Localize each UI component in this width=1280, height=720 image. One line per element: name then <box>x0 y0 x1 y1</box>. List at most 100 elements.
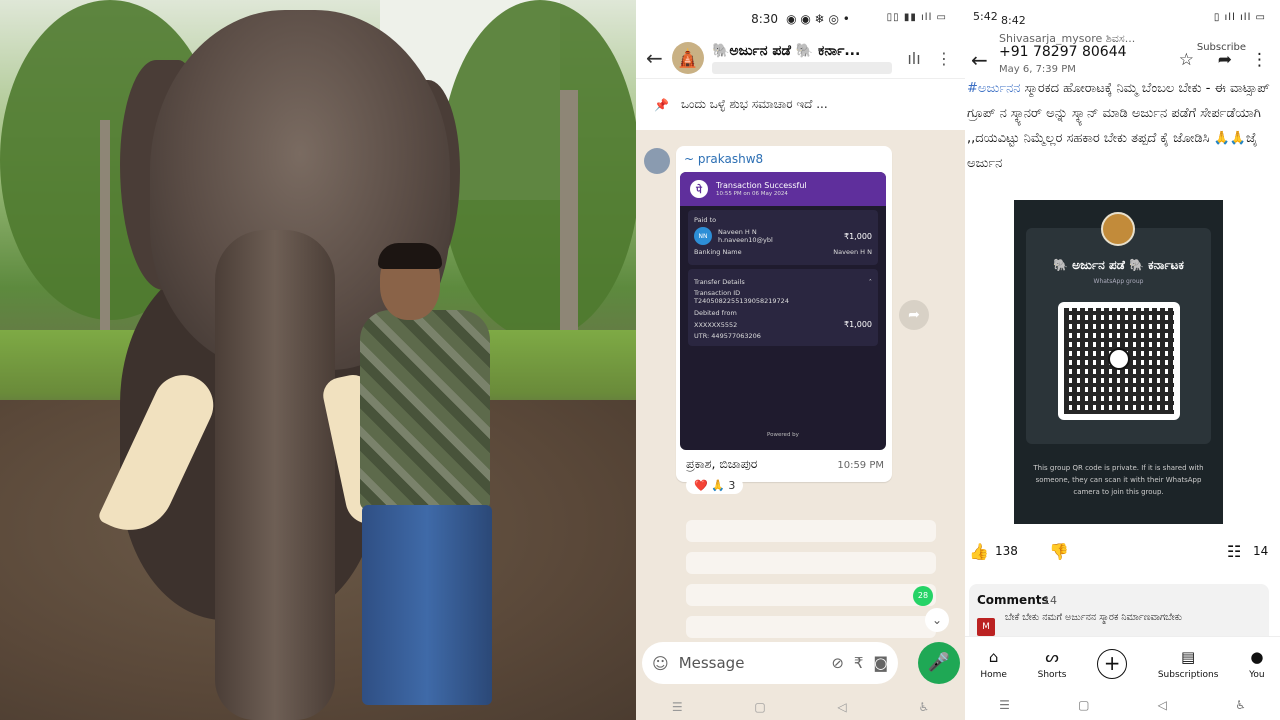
unread-badge: 28 <box>913 586 933 606</box>
phonepe-logo-icon: पे <box>690 180 708 198</box>
forward-icon[interactable]: ➦ <box>899 300 929 330</box>
like-count: 138 <box>995 544 1018 558</box>
whatsapp-icon <box>1108 348 1130 370</box>
chat-title-area[interactable]: 🐘ಅರ್ಜುನ ಪಡೆ 🐘 ಕರ್ನಾ... <box>712 43 895 74</box>
back-arrow-icon[interactable]: ← <box>971 48 988 72</box>
more-options-icon[interactable]: ⋮ <box>933 49 955 68</box>
home-nav-icon[interactable]: ▢ <box>754 700 765 714</box>
android-navbar: ☰ ▢ ◁ ♿ <box>965 690 1280 720</box>
back-nav-icon[interactable]: ◁ <box>837 700 846 714</box>
pin-icon: 📌 <box>654 97 669 112</box>
plus-icon: + <box>1097 648 1128 679</box>
whatsapp-screen: 8:30 ◉ ◉ ❄ ◎ • ▯▯ ▮▮ ıll ▭ ← 🛕 🐘ಅರ್ಜುನ ಪ… <box>636 0 965 720</box>
nav-shorts[interactable]: ᔕ Shorts <box>1038 648 1067 680</box>
tree-trunk <box>560 90 578 340</box>
message-bubble[interactable]: ~ prakashw8 पे Transaction Successful 10… <box>676 146 892 482</box>
comment-count: 14 <box>1253 544 1269 558</box>
chat-header: ← 🛕 🐘ಅರ್ಜುನ ಪಡೆ 🐘 ಕರ್ನಾ... ılı ⋮ <box>636 38 965 78</box>
person-jeans <box>362 505 492 705</box>
home-nav-icon[interactable]: ▢ <box>1078 698 1089 712</box>
message-reactions[interactable]: ❤️ 🙏 3 <box>686 477 744 494</box>
nav-subscriptions[interactable]: ▤ Subscriptions <box>1158 648 1219 680</box>
payment-receipt-image[interactable]: पे Transaction Successful 10:55 PM on 06… <box>680 172 886 450</box>
comments-section[interactable]: Comments 14 M ಬೇಕೆ ಬೇಕು ನಮಗೆ ಅರ್ಜುನನ ಸ್ಮ… <box>969 584 1269 644</box>
message-time: 10:59 PM <box>837 460 884 471</box>
nav-home[interactable]: ⌂ Home <box>980 648 1007 680</box>
post-text: #ಅರ್ಜುನನ ಸ್ಮಾರಕದ ಹೋರಾಟಕ್ಕೆ ನಿಮ್ಮ ಬೆಂಬಲ ಬ… <box>967 76 1277 176</box>
back-arrow-icon[interactable]: ← <box>646 46 664 70</box>
menu-nav-icon[interactable]: ☰ <box>999 698 1010 712</box>
pinned-message[interactable]: 📌 ಒಂದು ಒಳ್ಳೆ ಶುಭ ಸಮಾಚಾರ ಇದೆ ... <box>636 78 965 130</box>
banking-name: Naveen H N <box>833 248 872 256</box>
youtube-screen: 5:42 8:42 ▯ ıll ıll ▭ ← Shivasarja_mysor… <box>965 0 1280 720</box>
qr-code-image[interactable]: 🐘 ಅರ್ಜುನ ಪಡೆ 🐘 ಕರ್ನಾಟಕ WhatsApp group Th… <box>1014 200 1223 524</box>
post-actions: 👍 138 👎 ☷ 14 <box>965 536 1280 566</box>
nav-subscriptions-label: Subscriptions <box>1157 669 1219 680</box>
commenter-avatar: M <box>977 618 995 636</box>
txn-id: T2405082255139058219724 <box>694 297 789 305</box>
paid-to-card: Paid to NN Naveen H N h.naveen10@ybl ₹1,… <box>688 210 878 265</box>
menu-nav-icon[interactable]: ☰ <box>672 700 683 714</box>
txn-label: Transaction ID <box>694 289 741 297</box>
comment-icon[interactable]: ☷ <box>1227 542 1241 561</box>
nav-you[interactable]: ● You <box>1249 648 1265 680</box>
qr-group-subtitle: WhatsApp group <box>1093 278 1144 285</box>
nav-shorts-label: Shorts <box>1037 669 1067 680</box>
avatar: ● <box>1250 647 1264 666</box>
status-icons: ◉ ◉ ❄ ◎ • <box>786 12 850 26</box>
emoji-icon[interactable]: ☺ <box>652 654 669 673</box>
shorts-icon: ᔕ <box>1045 647 1059 666</box>
contact-number: +91 78297 80644 <box>999 44 1127 60</box>
debited-label: Debited from <box>694 309 737 317</box>
sender-avatar[interactable] <box>644 148 670 174</box>
group-avatar[interactable]: 🛕 <box>672 42 704 74</box>
share-icon[interactable]: ➦ <box>1218 50 1232 70</box>
message-composer[interactable]: ☺ Message ⊘ ₹ ◙ <box>642 642 898 684</box>
back-nav-icon[interactable]: ◁ <box>1158 698 1167 712</box>
qr-code <box>1058 302 1180 420</box>
hashtag-link[interactable]: #ಅರ್ಜುನನ <box>967 81 1021 96</box>
receipt-header: पे Transaction Successful 10:55 PM on 06… <box>680 172 886 206</box>
payee-name: Naveen H N <box>718 228 757 236</box>
group-avatar <box>1101 212 1135 246</box>
voice-chat-icon[interactable]: ılı <box>903 49 925 68</box>
debited-account: XXXXXX5552 <box>694 320 738 329</box>
nav-you-label: You <box>1249 669 1265 680</box>
nav-create[interactable]: + <box>1097 648 1128 679</box>
mic-icon[interactable]: 🎤 <box>918 642 960 684</box>
nav-home-label: Home <box>980 669 1007 680</box>
bottom-navigation: ⌂ Home ᔕ Shorts + ▤ Subscriptions ● You <box>965 636 1280 690</box>
paid-amount: ₹1,000 <box>844 231 872 241</box>
status-time: 8:42 <box>1001 14 1026 27</box>
blurred-messages <box>686 510 936 648</box>
status-time-back: 5:42 <box>973 10 998 23</box>
group-title: 🐘ಅರ್ಜುನ ಪಡೆ 🐘 ಕರ್ನಾ... <box>712 42 861 59</box>
scroll-down-icon[interactable]: ⌄ <box>925 608 949 632</box>
accessibility-icon[interactable]: ♿ <box>918 700 929 714</box>
rupee-payment-icon[interactable]: ₹ <box>854 654 864 672</box>
more-options-icon[interactable]: ⋮ <box>1251 50 1268 70</box>
paid-to-label: Paid to <box>694 216 717 224</box>
sender-name[interactable]: ~ prakashw8 <box>684 152 763 166</box>
payee-upi: h.naveen10@ybl <box>718 236 773 244</box>
banking-label: Banking Name <box>694 248 742 256</box>
like-icon[interactable]: 👍 <box>969 542 989 561</box>
transfer-details-card: Transfer Details ˄ Transaction ID T24050… <box>688 269 878 346</box>
message-input[interactable]: Message <box>679 654 822 672</box>
group-members-blurred <box>712 61 892 74</box>
accessibility-icon[interactable]: ♿ <box>1235 698 1246 712</box>
home-icon: ⌂ <box>988 647 999 666</box>
star-icon[interactable]: ☆ <box>1179 50 1194 70</box>
receipt-title: Transaction Successful <box>716 180 807 190</box>
attach-icon[interactable]: ⊘ <box>831 654 844 672</box>
camera-icon[interactable]: ◙ <box>873 654 888 672</box>
payee-initials: NN <box>694 227 712 245</box>
chat-area: ~ prakashw8 पे Transaction Successful 10… <box>636 130 965 640</box>
android-navbar: ☰ ▢ ◁ ♿ <box>636 694 965 720</box>
qr-privacy-note: This group QR code is private. If it is … <box>1033 464 1204 496</box>
person-shirt <box>360 310 490 510</box>
debited-amount: ₹1,000 <box>844 320 872 329</box>
tree <box>440 0 636 340</box>
elephant-photo <box>0 0 636 720</box>
dislike-icon[interactable]: 👎 <box>1049 542 1069 561</box>
